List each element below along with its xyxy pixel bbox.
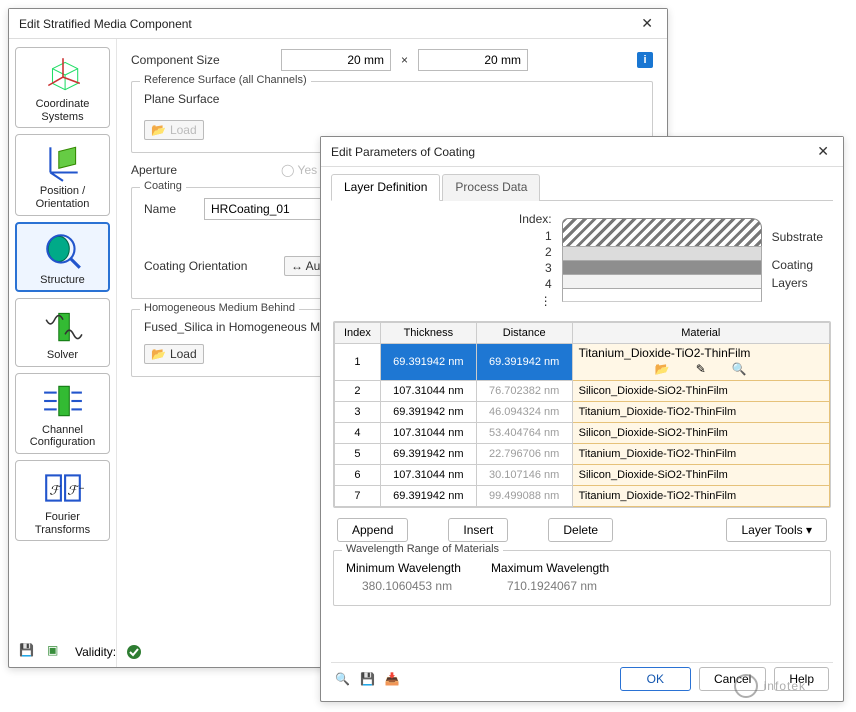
layer-tools-button[interactable]: Layer Tools xyxy=(726,518,827,542)
wavelength-range-group: Wavelength Range of Materials Minimum Wa… xyxy=(333,550,831,606)
sidebar-item-fourier-transforms[interactable]: ℱ ℱ⁻¹ Fourier Transforms xyxy=(15,460,110,541)
footer: 💾 ▣ Validity: xyxy=(19,643,142,661)
save-icon[interactable]: 💾 xyxy=(19,643,37,661)
cube-axes-icon xyxy=(42,54,84,96)
sidebar-item-label: Coordinate Systems xyxy=(18,98,107,123)
edit-icon[interactable]: ✎ xyxy=(696,362,706,376)
info-icon[interactable]: i xyxy=(637,52,653,68)
watermark: infotek xyxy=(734,674,806,698)
sidebar-item-channel-configuration[interactable]: Channel Configuration xyxy=(15,373,110,454)
index-numbers: 1 2 3 4 ⋮ xyxy=(519,228,552,309)
coating-parameters-window: Edit Parameters of Coating ✕ Layer Defin… xyxy=(320,136,844,702)
min-wavelength-label: Minimum Wavelength xyxy=(346,561,461,575)
legend: Wavelength Range of Materials xyxy=(342,543,503,555)
solver-icon xyxy=(42,305,84,347)
table-row[interactable]: 1 69.391942 nm 69.391942 nm Titanium_Dio… xyxy=(335,343,830,380)
layer-diagram: Index: 1 2 3 4 ⋮ Substrate Coating Layer… xyxy=(331,207,833,317)
table-row[interactable]: 4107.31044 nm53.404764 nmSilicon_Dioxide… xyxy=(335,422,830,443)
folder-icon: 📂 xyxy=(151,347,166,361)
lens-icon xyxy=(42,230,84,272)
layer-stack-graphic xyxy=(562,218,762,302)
max-wavelength-value: 710.1924067 nm xyxy=(507,579,609,593)
plane-surface-label: Plane Surface xyxy=(144,92,640,106)
check-circle-icon xyxy=(126,644,142,660)
delete-button[interactable]: Delete xyxy=(548,518,613,542)
aperture-label: Aperture xyxy=(131,163,271,177)
sidebar-item-position-orientation[interactable]: Position / Orientation xyxy=(15,134,110,215)
titlebar[interactable]: Edit Stratified Media Component ✕ xyxy=(9,9,667,39)
coating-layers-label: Coating Layers xyxy=(772,256,823,292)
folder-icon: 📂 xyxy=(151,123,166,137)
max-wavelength-label: Maximum Wavelength xyxy=(491,561,609,575)
validity-label: Validity: xyxy=(75,645,116,659)
close-icon[interactable]: ✕ xyxy=(637,15,657,32)
component-size-height-input[interactable] xyxy=(418,49,528,71)
fourier-icon: ℱ ℱ⁻¹ xyxy=(42,467,84,509)
sidebar-item-structure[interactable]: Structure xyxy=(15,222,110,293)
aperture-yes-radio: ◯ Yes xyxy=(281,163,317,177)
tab-process-data[interactable]: Process Data xyxy=(442,174,540,201)
sidebar-item-label: Fourier Transforms xyxy=(18,511,107,536)
ok-button[interactable]: OK xyxy=(620,667,691,691)
load-medium-button[interactable]: 📂 Load xyxy=(144,344,204,364)
channel-icon xyxy=(42,380,84,422)
axes-plane-icon xyxy=(42,141,84,183)
sidebar: Coordinate Systems Position / Orientatio… xyxy=(9,39,117,667)
component-size-width-input[interactable] xyxy=(281,49,391,71)
search-icon[interactable]: 🔍 xyxy=(335,672,350,686)
material-cell[interactable]: Titanium_Dioxide-TiO2-ThinFilm 📂 ✎ 🔍 xyxy=(572,343,829,380)
close-icon[interactable]: ✕ xyxy=(813,143,833,160)
component-size-label: Component Size xyxy=(131,53,271,67)
save-icon[interactable]: 💾 xyxy=(360,672,375,686)
svg-text:ℱ⁻¹: ℱ⁻¹ xyxy=(67,483,84,497)
sidebar-item-solver[interactable]: Solver xyxy=(15,298,110,367)
layers-table[interactable]: Index Thickness Distance Material 1 69.3… xyxy=(333,321,831,508)
col-distance[interactable]: Distance xyxy=(476,322,572,343)
table-row[interactable]: 769.391942 nm99.499088 nmTitanium_Dioxid… xyxy=(335,485,830,506)
substrate-label: Substrate xyxy=(772,228,823,246)
min-wavelength-value: 380.1060453 nm xyxy=(362,579,461,593)
thickness-cell[interactable]: 69.391942 nm xyxy=(380,343,476,380)
search-icon[interactable]: 🔍 xyxy=(732,362,747,376)
legend: Homogeneous Medium Behind xyxy=(140,302,299,314)
table-row[interactable]: 2107.31044 nm76.702382 nmSilicon_Dioxide… xyxy=(335,380,830,401)
load-button[interactable]: 📂 Load xyxy=(144,120,204,140)
index-label: Index: xyxy=(519,212,552,226)
cube-icon[interactable]: ▣ xyxy=(47,643,65,661)
name-label: Name xyxy=(144,202,194,216)
folder-icon[interactable]: 📂 xyxy=(655,362,670,376)
times-label: × xyxy=(401,53,408,67)
window-title: Edit Parameters of Coating xyxy=(331,145,475,159)
tabs: Layer Definition Process Data xyxy=(331,173,833,201)
table-row[interactable]: 369.391942 nm46.094324 nmTitanium_Dioxid… xyxy=(335,401,830,422)
coating-orientation-label: Coating Orientation xyxy=(144,259,274,273)
col-index[interactable]: Index xyxy=(335,322,381,343)
sidebar-item-coordinate-systems[interactable]: Coordinate Systems xyxy=(15,47,110,128)
import-icon[interactable]: 📥 xyxy=(385,672,400,686)
legend: Reference Surface (all Channels) xyxy=(140,74,311,86)
window-title: Edit Stratified Media Component xyxy=(19,17,192,31)
table-row[interactable]: 569.391942 nm22.796706 nmTitanium_Dioxid… xyxy=(335,443,830,464)
distance-cell[interactable]: 69.391942 nm xyxy=(476,343,572,380)
sidebar-item-label: Channel Configuration xyxy=(18,424,107,449)
titlebar[interactable]: Edit Parameters of Coating ✕ xyxy=(321,137,843,167)
col-thickness[interactable]: Thickness xyxy=(380,322,476,343)
sidebar-item-label: Structure xyxy=(19,274,106,287)
svg-text:ℱ: ℱ xyxy=(49,483,61,497)
tab-layer-definition[interactable]: Layer Definition xyxy=(331,174,440,201)
table-row[interactable]: 6107.31044 nm30.107146 nmSilicon_Dioxide… xyxy=(335,464,830,485)
insert-button[interactable]: Insert xyxy=(448,518,508,542)
append-button[interactable]: Append xyxy=(337,518,408,542)
col-material[interactable]: Material xyxy=(572,322,829,343)
legend: Coating xyxy=(140,180,186,192)
sidebar-item-label: Position / Orientation xyxy=(18,185,107,210)
sidebar-item-label: Solver xyxy=(18,349,107,362)
